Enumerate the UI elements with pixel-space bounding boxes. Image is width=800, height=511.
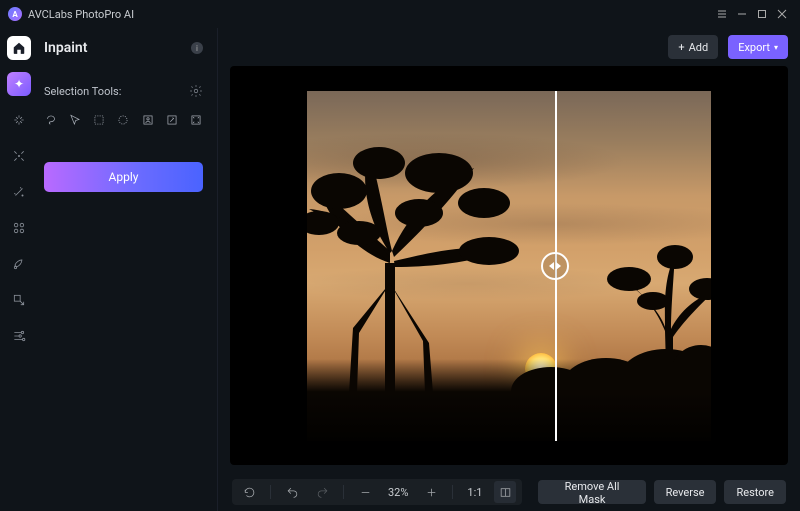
canvas-image[interactable] <box>307 91 711 441</box>
rect-select-tool-icon[interactable] <box>92 112 106 128</box>
ellipse-select-tool-icon[interactable] <box>116 112 130 128</box>
focus-tool-icon[interactable] <box>7 144 31 168</box>
pointer-tool-icon[interactable] <box>68 112 82 128</box>
gear-icon[interactable] <box>189 84 203 98</box>
sidebar: Inpaint i Selection Tools: Apply <box>38 28 218 511</box>
selection-tools-label: Selection Tools: <box>44 85 121 98</box>
app-title: AVCLabs PhotoPro AI <box>28 8 134 21</box>
selection-tools-row <box>44 112 203 128</box>
info-icon[interactable]: i <box>191 42 203 54</box>
home-button[interactable] <box>7 36 31 60</box>
zoom-level: 32% <box>384 486 412 499</box>
add-button[interactable]: +Add <box>668 35 718 59</box>
top-toolbar: +Add Export▾ <box>218 28 800 66</box>
chevron-down-icon: ▾ <box>774 43 778 52</box>
compare-icon[interactable] <box>494 481 516 503</box>
magic-tool-icon[interactable] <box>7 180 31 204</box>
resize-tool-icon[interactable] <box>7 288 31 312</box>
settings-tool-icon[interactable] <box>7 324 31 348</box>
zoom-in-icon[interactable] <box>420 481 442 503</box>
lasso-tool-icon[interactable] <box>44 112 58 128</box>
undo-icon[interactable] <box>281 481 303 503</box>
viewport <box>230 66 788 465</box>
enhance-tool-icon[interactable] <box>7 108 31 132</box>
tree-silhouette <box>307 133 529 393</box>
canvas-area: +Add Export▾ <box>218 28 800 511</box>
panel-title: Inpaint <box>44 40 87 56</box>
restore-button[interactable]: Restore <box>724 480 786 504</box>
apply-button[interactable]: Apply <box>44 162 203 192</box>
magic-select-tool-icon[interactable] <box>165 112 179 128</box>
remove-mask-button[interactable]: Remove All Mask <box>538 480 645 504</box>
compare-handle[interactable] <box>541 252 569 280</box>
export-button[interactable]: Export▾ <box>728 35 788 59</box>
bottom-toolbar: 32% 1:1 Remove All Mask Reverse Restore <box>218 473 800 511</box>
close-button[interactable] <box>772 4 792 24</box>
minimize-button[interactable] <box>732 4 752 24</box>
portrait-tool-icon[interactable] <box>141 112 155 128</box>
redo-icon[interactable] <box>311 481 333 503</box>
image-thumbnail[interactable]: ✦ <box>7 72 31 96</box>
titlebar: A AVCLabs PhotoPro AI <box>0 0 800 28</box>
reverse-button[interactable]: Reverse <box>654 480 717 504</box>
fit-button[interactable]: 1:1 <box>463 486 486 499</box>
paint-tool-icon[interactable] <box>7 252 31 276</box>
left-rail: ✦ <box>0 28 38 511</box>
expand-tool-icon[interactable] <box>189 112 203 128</box>
crop-tool-icon[interactable] <box>7 216 31 240</box>
app-logo: A <box>8 7 22 21</box>
maximize-button[interactable] <box>752 4 772 24</box>
refresh-icon[interactable] <box>238 481 260 503</box>
plus-icon: + <box>678 41 684 54</box>
zoom-out-icon[interactable] <box>354 481 376 503</box>
menu-button[interactable] <box>712 4 732 24</box>
